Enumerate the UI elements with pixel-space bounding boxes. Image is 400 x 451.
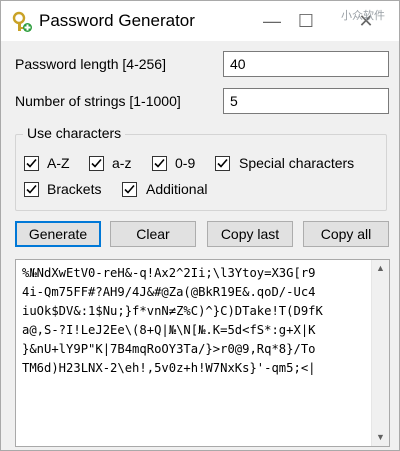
check-icon xyxy=(217,158,228,168)
checkbox-additional[interactable] xyxy=(122,182,137,197)
use-characters-title: Use characters xyxy=(23,125,126,141)
key-icon xyxy=(11,11,33,33)
checkbox-digits-label[interactable]: 0-9 xyxy=(175,155,195,171)
password-generator-window: Password Generator — ☐ ✕ 小众软件 Password l… xyxy=(0,0,400,451)
checkbox-digits[interactable] xyxy=(152,156,167,171)
checkbox-special[interactable] xyxy=(215,156,230,171)
checkbox-uppercase[interactable] xyxy=(24,156,39,171)
checkbox-special-label[interactable]: Special characters xyxy=(239,155,354,171)
scroll-down-icon[interactable]: ▼ xyxy=(372,429,389,446)
checkbox-uppercase-label[interactable]: A-Z xyxy=(47,155,70,171)
check-icon xyxy=(26,158,37,168)
copy-all-button[interactable]: Copy all xyxy=(303,221,389,247)
maximize-button[interactable]: ☐ xyxy=(291,9,321,33)
minimize-button[interactable]: — xyxy=(257,9,287,33)
checkbox-lowercase[interactable] xyxy=(89,156,104,171)
check-icon xyxy=(124,184,135,194)
generated-passwords[interactable]: %№NdXwEtV0-reH&-q!Ax2^2Ii;\l3Ytoy=X3G[r9… xyxy=(22,264,352,378)
window-title: Password Generator xyxy=(39,11,195,30)
password-length-input[interactable]: 40 xyxy=(223,51,389,77)
checkbox-additional-label[interactable]: Additional xyxy=(146,181,208,197)
checkbox-brackets-label[interactable]: Brackets xyxy=(47,181,101,197)
number-of-strings-input[interactable]: 5 xyxy=(223,88,389,114)
number-of-strings-label: Number of strings [1-1000] xyxy=(15,93,181,109)
watermark: 小众软件 xyxy=(341,10,385,22)
clear-button[interactable]: Clear xyxy=(110,221,196,247)
title-bar[interactable]: Password Generator — ☐ ✕ 小众软件 xyxy=(1,1,399,41)
scroll-up-icon[interactable]: ▲ xyxy=(372,260,389,277)
password-length-label: Password length [4-256] xyxy=(15,56,166,72)
use-characters-group xyxy=(15,134,387,211)
generate-button[interactable]: Generate xyxy=(15,221,101,247)
checkbox-brackets[interactable] xyxy=(24,182,39,197)
check-icon xyxy=(154,158,165,168)
checkbox-lowercase-label[interactable]: a-z xyxy=(112,155,131,171)
check-icon xyxy=(91,158,102,168)
copy-last-button[interactable]: Copy last xyxy=(207,221,293,247)
vertical-scrollbar[interactable]: ▲ ▼ xyxy=(371,260,389,446)
check-icon xyxy=(26,184,37,194)
output-textarea[interactable]: %№NdXwEtV0-reH&-q!Ax2^2Ii;\l3Ytoy=X3G[r9… xyxy=(15,259,390,447)
